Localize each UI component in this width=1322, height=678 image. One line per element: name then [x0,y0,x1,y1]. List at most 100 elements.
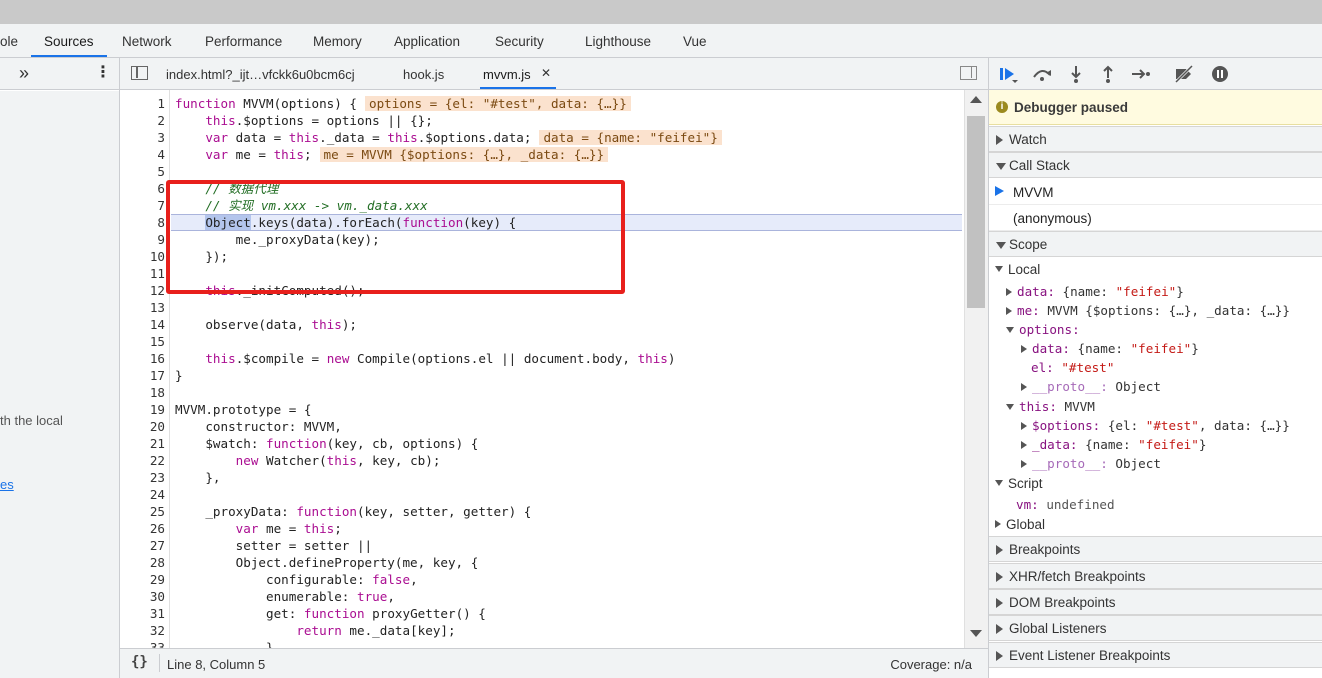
code-line[interactable]: 3 var data = this._data = this.$options.… [120,129,964,146]
code-line[interactable]: 25 _proxyData: function(key, setter, get… [120,503,964,520]
dom-breakpoints-section-header[interactable]: DOM Breakpoints [989,589,1322,615]
file-tab-mvvm-js[interactable]: mvvm.js [483,67,531,82]
line-number[interactable]: 1 [120,95,165,112]
step-icon[interactable] [1130,64,1152,84]
code-line[interactable]: 2 this.$options = options || {}; [120,112,964,129]
close-tab-icon[interactable]: ✕ [541,66,551,80]
line-number[interactable]: 13 [120,299,165,316]
scope-local[interactable]: Local [995,260,1040,279]
code-line[interactable]: 23 }, [120,469,964,486]
line-number[interactable]: 28 [120,554,165,571]
scope-var-me[interactable]: me: MVVM {$options: {…}, _data: {…}} [1006,301,1290,320]
line-number[interactable]: 8 [120,214,165,231]
code-line[interactable]: 15 [120,333,964,350]
line-number[interactable]: 26 [120,520,165,537]
code-editor[interactable]: 1 function MVVM(options) {options = {el: … [120,90,964,648]
more-tabs-chevron-icon[interactable]: » [19,63,29,84]
line-number[interactable]: 16 [120,350,165,367]
line-number[interactable]: 15 [120,333,165,350]
code-line[interactable]: 14 observe(data, this); [120,316,964,333]
step-out-icon[interactable] [1097,64,1119,84]
scope-var-vm[interactable]: vm: undefined [1016,495,1115,514]
code-line[interactable]: 26 var me = this; [120,520,964,537]
scope-global[interactable]: Global [995,515,1045,534]
tab-memory[interactable]: Memory [313,34,362,49]
pause-on-exceptions-icon[interactable] [1209,64,1231,84]
line-number[interactable]: 9 [120,231,165,248]
line-number[interactable]: 6 [120,180,165,197]
breakpoints-section-header[interactable]: Breakpoints [989,536,1322,562]
line-number[interactable]: 31 [120,605,165,622]
code-line[interactable]: 24 [120,486,964,503]
code-line[interactable]: 8 Object.keys(data).forEach(function(key… [120,214,964,231]
code-line[interactable]: 27 setter = setter || [120,537,964,554]
scope-script[interactable]: Script [995,474,1043,493]
line-number[interactable]: 24 [120,486,165,503]
code-line[interactable]: 7 // 实现 vm.xxx -> vm._data.xxx [120,197,964,214]
scope-var-options-data[interactable]: data: {name: "feifei"} [1021,339,1199,358]
resume-icon[interactable] [997,64,1019,84]
tab-network[interactable]: Network [122,34,172,49]
tab-console[interactable]: ole [0,34,18,49]
scope-var-this-options[interactable]: $options: {el: "#test", data: {…}} [1021,416,1290,435]
toggle-navigator-icon[interactable] [131,66,148,80]
line-number[interactable]: 2 [120,112,165,129]
line-number[interactable]: 12 [120,282,165,299]
code-line[interactable]: 12 this._initComputed(); [120,282,964,299]
line-number[interactable]: 25 [120,503,165,520]
line-number[interactable]: 33 [120,639,165,648]
toggle-debugger-icon[interactable] [960,66,977,80]
line-number[interactable]: 30 [120,588,165,605]
code-line[interactable]: 1 function MVVM(options) {options = {el: … [120,95,964,112]
callstack-section-header[interactable]: Call Stack [989,152,1322,178]
file-tab-index-html[interactable]: index.html?_ijt…vfckk6u0bcm6cj [166,67,355,82]
line-number[interactable]: 5 [120,163,165,180]
code-line[interactable]: 20 constructor: MVVM, [120,418,964,435]
code-line[interactable]: 16 this.$compile = new Compile(options.e… [120,350,964,367]
code-line[interactable]: 5 [120,163,964,180]
xhr-breakpoints-section-header[interactable]: XHR/fetch Breakpoints [989,563,1322,589]
tab-sources[interactable]: Sources [44,34,94,49]
navigator-menu-icon[interactable]: ⋮ [95,62,111,82]
event-listener-breakpoints-section-header[interactable]: Event Listener Breakpoints [989,642,1322,668]
tab-vue[interactable]: Vue [683,34,707,49]
code-line[interactable]: 22 new Watcher(this, key, cb); [120,452,964,469]
line-number[interactable]: 4 [120,146,165,163]
line-number[interactable]: 7 [120,197,165,214]
code-line[interactable]: 29 configurable: false, [120,571,964,588]
code-line[interactable]: 11 [120,265,964,282]
callstack-frame-anonymous[interactable]: (anonymous) [989,205,1322,231]
scroll-thumb[interactable] [967,116,985,308]
scope-var-this[interactable]: this: MVVM [1006,397,1095,416]
code-line[interactable]: 18 [120,384,964,401]
deactivate-breakpoints-icon[interactable] [1173,64,1195,84]
line-number[interactable]: 10 [120,248,165,265]
editor-scrollbar[interactable] [964,90,988,648]
code-line[interactable]: 13 [120,299,964,316]
pretty-print-button[interactable]: {} [131,654,148,670]
tab-lighthouse[interactable]: Lighthouse [585,34,651,49]
line-number[interactable]: 27 [120,537,165,554]
line-number[interactable]: 32 [120,622,165,639]
line-number[interactable]: 29 [120,571,165,588]
code-line[interactable]: 19 MVVM.prototype = { [120,401,964,418]
code-line[interactable]: 17} [120,367,964,384]
scope-var-this-proto[interactable]: __proto__: Object [1021,454,1161,473]
code-line[interactable]: 32 return me._data[key]; [120,622,964,639]
step-into-icon[interactable] [1065,64,1087,84]
line-number[interactable]: 23 [120,469,165,486]
line-number[interactable]: 21 [120,435,165,452]
line-number[interactable]: 17 [120,367,165,384]
scope-var-options[interactable]: options: [1006,320,1080,339]
scope-section-header[interactable]: Scope [989,231,1322,257]
global-listeners-section-header[interactable]: Global Listeners [989,615,1322,641]
scope-var-data[interactable]: data: {name: "feifei"} [1006,282,1184,301]
scope-var-proto[interactable]: __proto__: Object [1021,377,1161,396]
line-number[interactable]: 20 [120,418,165,435]
line-number[interactable]: 11 [120,265,165,282]
line-number[interactable]: 19 [120,401,165,418]
tab-application[interactable]: Application [394,34,460,49]
code-line[interactable]: 9 me._proxyData(key); [120,231,964,248]
tab-security[interactable]: Security [495,34,544,49]
line-number[interactable]: 22 [120,452,165,469]
